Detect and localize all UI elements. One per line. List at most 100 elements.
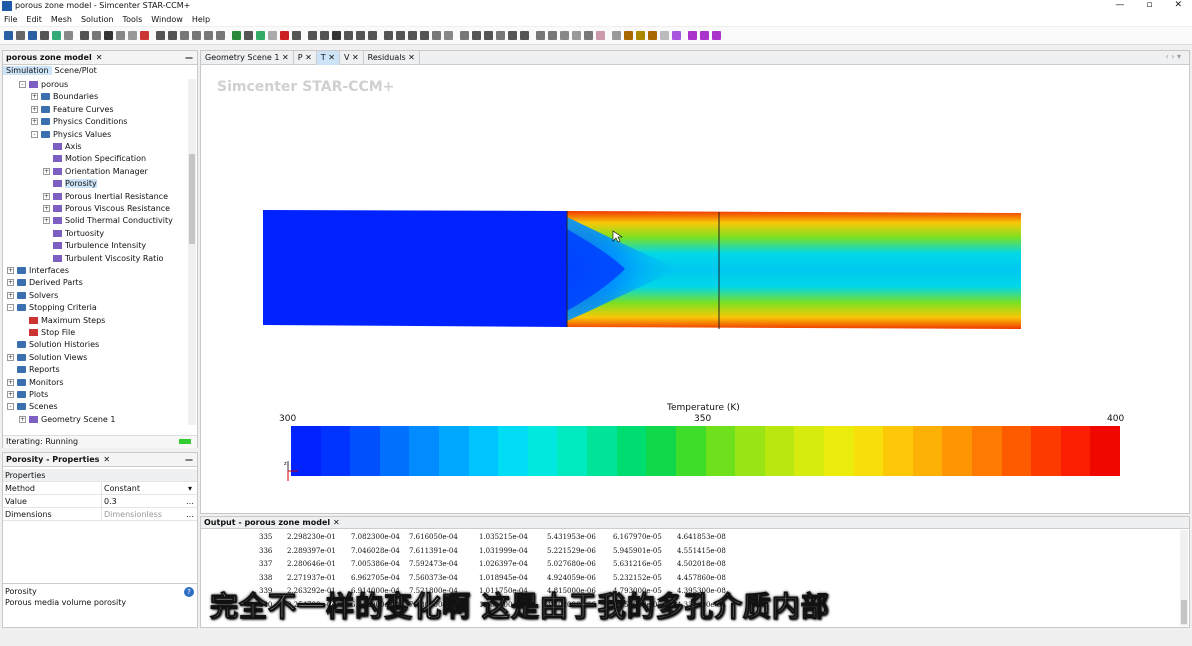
tree-item[interactable]: Porosity bbox=[43, 178, 97, 190]
expand-icon[interactable]: + bbox=[31, 118, 38, 126]
tree-item[interactable]: + Porous Viscous Resistance bbox=[43, 203, 170, 215]
tree-item[interactable]: - Stopping Criteria bbox=[7, 302, 97, 314]
menu-solution[interactable]: Solution bbox=[81, 13, 114, 26]
toolbar-button-icon[interactable] bbox=[332, 31, 341, 40]
menu-tools[interactable]: Tools bbox=[123, 13, 143, 26]
toolbar-button-icon[interactable] bbox=[216, 31, 225, 40]
toolbar-button-icon[interactable] bbox=[396, 31, 405, 40]
tree-item[interactable]: Motion Specification bbox=[43, 153, 146, 165]
toolbar-button-icon[interactable] bbox=[280, 31, 289, 40]
toolbar-button-icon[interactable] bbox=[356, 31, 365, 40]
expand-icon[interactable]: + bbox=[43, 205, 50, 212]
menu-help[interactable]: Help bbox=[192, 13, 210, 26]
tree-item[interactable]: + Solution Views bbox=[7, 352, 87, 364]
tree-item[interactable]: Solution Histories bbox=[7, 339, 99, 351]
axes-triad-icon[interactable]: z bbox=[284, 459, 304, 483]
tree-item[interactable]: + Feature Curves bbox=[31, 104, 114, 116]
property-value[interactable]: Constant bbox=[101, 482, 185, 495]
tree-item[interactable]: - Scenes bbox=[7, 401, 58, 413]
tab-nav-icons[interactable]: ‹ › ▾ bbox=[1166, 52, 1182, 61]
tab-residuals[interactable]: Residuals ✕ bbox=[364, 51, 420, 65]
minimize-icon[interactable]: — bbox=[185, 453, 193, 467]
close-icon[interactable]: ✕ bbox=[96, 53, 103, 62]
expand-icon[interactable]: + bbox=[7, 291, 14, 299]
toolbar-button-icon[interactable] bbox=[156, 31, 165, 40]
collapse-icon[interactable]: - bbox=[31, 130, 38, 138]
toolbar-button-icon[interactable] bbox=[596, 31, 605, 40]
close-icon[interactable]: ✕ bbox=[103, 455, 110, 464]
toolbar-button-icon[interactable] bbox=[256, 31, 265, 40]
toolbar-button-icon[interactable] bbox=[308, 31, 317, 40]
toolbar-button-icon[interactable] bbox=[192, 31, 201, 40]
properties-tab[interactable]: Porosity - Properties ✕ — bbox=[3, 453, 197, 467]
toolbar-button-icon[interactable] bbox=[496, 31, 505, 40]
output-tab[interactable]: Output - porous zone model ✕ bbox=[201, 517, 1189, 529]
close-icon[interactable]: ✕ bbox=[305, 53, 312, 62]
toolbar-button-icon[interactable] bbox=[16, 31, 25, 40]
subtab-scene-plot[interactable]: Scene/Plot bbox=[52, 66, 100, 75]
dropdown-button[interactable]: ▾ bbox=[185, 482, 195, 495]
toolbar-button-icon[interactable] bbox=[180, 31, 189, 40]
scrollbar-thumb[interactable] bbox=[189, 154, 195, 244]
toolbar-button-icon[interactable] bbox=[420, 31, 429, 40]
toolbar-button-icon[interactable] bbox=[408, 31, 417, 40]
toolbar-button-icon[interactable] bbox=[140, 31, 149, 40]
toolbar-button-icon[interactable] bbox=[648, 31, 657, 40]
toolbar-button-icon[interactable] bbox=[92, 31, 101, 40]
temperature-contour-plot[interactable] bbox=[263, 209, 1023, 331]
toolbar-button-icon[interactable] bbox=[104, 31, 113, 40]
toolbar-button-icon[interactable] bbox=[672, 31, 681, 40]
tree-item[interactable]: + Boundaries bbox=[31, 91, 98, 103]
tab-v[interactable]: V ✕ bbox=[340, 51, 364, 65]
tree-item[interactable]: + Plots bbox=[7, 389, 48, 401]
toolbar-button-icon[interactable] bbox=[128, 31, 137, 40]
collapse-icon[interactable]: - bbox=[7, 403, 14, 411]
toolbar-button-icon[interactable] bbox=[460, 31, 469, 40]
subtab-simulation[interactable]: Simulation bbox=[3, 66, 52, 75]
close-icon[interactable]: ✕ bbox=[282, 53, 289, 62]
expand-icon[interactable]: + bbox=[43, 217, 50, 225]
close-icon[interactable]: ✕ bbox=[408, 53, 415, 62]
toolbar-button-icon[interactable] bbox=[204, 31, 213, 40]
ellipsis-button[interactable]: … bbox=[185, 508, 195, 521]
expand-icon[interactable]: + bbox=[43, 167, 50, 175]
tree-item[interactable]: + Solvers bbox=[7, 290, 58, 302]
tree-item[interactable]: + Geometry Scene 1 bbox=[19, 414, 115, 425]
tree-item[interactable]: + Monitors bbox=[7, 377, 64, 389]
toolbar-button-icon[interactable] bbox=[52, 31, 61, 40]
toolbar-button-icon[interactable] bbox=[64, 31, 73, 40]
expand-icon[interactable]: + bbox=[19, 415, 26, 423]
toolbar-button-icon[interactable] bbox=[116, 31, 125, 40]
property-row-value[interactable]: Value 0.3 … bbox=[3, 495, 197, 508]
menu-window[interactable]: Window bbox=[151, 13, 183, 26]
toolbar-button-icon[interactable] bbox=[584, 31, 593, 40]
minimize-button[interactable]: — bbox=[1115, 0, 1124, 10]
tree-item[interactable]: - porous bbox=[19, 79, 68, 91]
toolbar-button-icon[interactable] bbox=[4, 31, 13, 40]
toolbar-button-icon[interactable] bbox=[612, 31, 621, 40]
properties-section[interactable]: Properties bbox=[3, 469, 197, 482]
expand-icon[interactable]: + bbox=[7, 267, 14, 274]
toolbar-button-icon[interactable] bbox=[344, 31, 353, 40]
simulation-tab[interactable]: porous zone model ✕ — bbox=[3, 51, 197, 65]
tree-item[interactable]: + Orientation Manager bbox=[43, 166, 148, 178]
toolbar-button-icon[interactable] bbox=[472, 31, 481, 40]
tree-item[interactable]: Turbulence Intensity bbox=[43, 240, 146, 252]
toolbar-button-icon[interactable] bbox=[484, 31, 493, 40]
tree-item[interactable]: + Physics Conditions bbox=[31, 116, 127, 128]
property-value[interactable]: Dimensionless bbox=[101, 508, 185, 521]
ellipsis-button[interactable]: … bbox=[185, 495, 195, 508]
scrollbar-thumb[interactable] bbox=[1181, 600, 1187, 624]
tree-item[interactable]: Turbulent Viscosity Ratio bbox=[43, 253, 163, 265]
expand-icon[interactable]: + bbox=[7, 353, 14, 361]
collapse-icon[interactable]: - bbox=[19, 81, 26, 88]
tab-p[interactable]: P ✕ bbox=[294, 51, 317, 65]
property-row-dimensions[interactable]: Dimensions Dimensionless … bbox=[3, 508, 197, 521]
tree-item[interactable]: + Solid Thermal Conductivity bbox=[43, 215, 173, 227]
toolbar-button-icon[interactable] bbox=[444, 31, 453, 40]
expand-icon[interactable]: + bbox=[7, 279, 14, 287]
toolbar-button-icon[interactable] bbox=[80, 31, 89, 40]
tree-item[interactable]: + Derived Parts bbox=[7, 277, 83, 289]
close-button[interactable]: ✕ bbox=[1174, 0, 1182, 10]
toolbar-button-icon[interactable] bbox=[244, 31, 253, 40]
